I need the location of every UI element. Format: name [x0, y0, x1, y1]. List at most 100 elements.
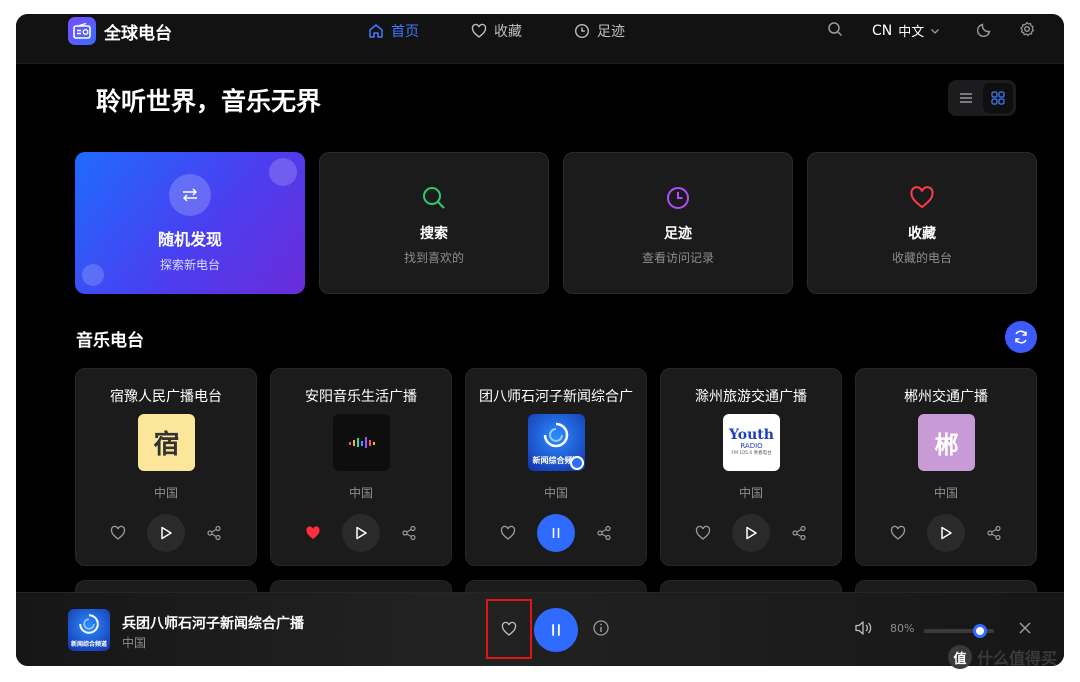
nav-favorites-label: 收藏	[494, 24, 522, 40]
pause-icon	[552, 528, 560, 538]
grid-view-button[interactable]	[983, 83, 1013, 113]
share-icon	[792, 525, 806, 541]
volume-slider-fill	[924, 629, 980, 633]
top-bar: 全球电台 首页 收藏 足迹 CN 中文	[16, 14, 1064, 64]
volume-level: 80%	[890, 622, 915, 635]
favorites-card[interactable]: 收藏 收藏的电台	[807, 152, 1037, 294]
now-playing-country: 中国	[122, 636, 147, 650]
play-button[interactable]	[927, 514, 965, 552]
pause-icon	[552, 624, 560, 636]
history-card[interactable]: 足迹 查看访问记录	[563, 152, 793, 294]
station-controls	[856, 514, 1036, 552]
station-card[interactable]: 宿豫人民广播电台 宿 中国	[75, 368, 257, 566]
moon-icon[interactable]	[976, 21, 993, 41]
refresh-button[interactable]	[1005, 321, 1037, 353]
share-button[interactable]	[203, 522, 225, 544]
station-country: 中国	[543, 486, 568, 500]
station-country: 中国	[348, 486, 373, 500]
play-icon	[161, 526, 172, 540]
share-button[interactable]	[788, 522, 810, 544]
nav-home-label: 首页	[391, 24, 419, 40]
list-view-button[interactable]	[951, 83, 981, 113]
random-discover-card[interactable]: 随机发现 探索新电台	[75, 152, 305, 294]
feature-title: 收藏	[908, 226, 936, 242]
station-controls	[271, 514, 451, 552]
sound-wave-logo-icon	[348, 436, 375, 448]
gear-icon[interactable]	[1019, 21, 1035, 41]
station-logo: Youth RADIO FM 105.4 青春电台	[723, 414, 780, 471]
nav-home[interactable]: 首页	[368, 21, 419, 41]
view-toggle	[948, 80, 1016, 116]
radio-logo-icon[interactable]	[68, 17, 96, 45]
shuffle-icon	[169, 174, 211, 216]
play-icon	[746, 526, 757, 540]
heart-icon	[909, 181, 935, 215]
volume-slider[interactable]	[924, 624, 994, 638]
play-button[interactable]	[732, 514, 770, 552]
station-card[interactable]: 滁州旅游交通广播 Youth RADIO FM 105.4 青春电台 中国	[660, 368, 842, 566]
favorite-button[interactable]	[887, 522, 909, 544]
app-window: 全球电台 首页 收藏 足迹 CN 中文 聆听世界，音乐无界 随机发现 探索新电台…	[16, 14, 1064, 666]
feature-title: 随机发现	[157, 230, 222, 249]
favorite-button[interactable]	[692, 522, 714, 544]
search-card[interactable]: 搜索 找到喜欢的	[319, 152, 549, 294]
station-country: 中国	[933, 486, 958, 500]
station-controls	[466, 514, 646, 552]
station-logo-text: 宿	[153, 430, 180, 460]
station-country: 中国	[153, 486, 178, 500]
search-icon[interactable]	[827, 21, 843, 41]
close-player-button[interactable]	[1018, 620, 1032, 639]
nav-favorites[interactable]: 收藏	[471, 21, 522, 41]
share-button[interactable]	[398, 522, 420, 544]
heart-filled-icon	[306, 526, 320, 539]
heart-icon	[501, 621, 517, 636]
player-favorite-button[interactable]	[486, 599, 532, 659]
volume-slider-knob[interactable]	[973, 624, 987, 638]
info-button[interactable]	[592, 619, 610, 641]
now-playing-art-text: 新闻综合频道	[70, 641, 107, 648]
station-logo: 郴	[918, 414, 975, 471]
station-controls	[76, 514, 256, 552]
feature-title: 足迹	[664, 226, 692, 242]
feature-subtitle: 找到喜欢的	[403, 251, 464, 265]
nav-history[interactable]: 足迹	[574, 21, 625, 41]
favorite-button[interactable]	[302, 522, 324, 544]
station-card[interactable]: 安阳音乐生活广播 中国	[270, 368, 452, 566]
share-icon	[987, 525, 1001, 541]
feature-subtitle: 查看访问记录	[641, 251, 714, 265]
language-selector[interactable]: CN 中文	[872, 21, 940, 40]
station-country: 中国	[738, 486, 763, 500]
list-icon	[960, 93, 972, 103]
clock-icon	[665, 181, 691, 215]
heart-icon	[500, 525, 516, 540]
clock-icon	[574, 23, 590, 39]
share-button[interactable]	[593, 522, 615, 544]
swirl-logo-icon	[543, 422, 569, 448]
refresh-icon	[1015, 330, 1027, 344]
grid-icon	[991, 91, 1005, 105]
app-title: 全球电台	[104, 24, 172, 44]
pause-button[interactable]	[537, 514, 575, 552]
watermark-text: 什么值得买	[977, 649, 1058, 668]
station-card[interactable]: 团八师石河子新闻综合广 新闻综合频道 中国	[465, 368, 647, 566]
station-controls	[661, 514, 841, 552]
station-card[interactable]: 郴州交通广播 郴 中国	[855, 368, 1037, 566]
play-button[interactable]	[342, 514, 380, 552]
station-logo-text: Youth	[729, 427, 774, 444]
decor-bubble	[269, 158, 297, 186]
share-icon	[597, 525, 611, 541]
station-logo-caption: FM 105.4 青春电台	[731, 450, 772, 456]
station-logo-text: 郴	[934, 431, 959, 459]
share-icon	[402, 525, 416, 541]
player-pause-button[interactable]	[534, 608, 578, 652]
favorite-button[interactable]	[497, 522, 519, 544]
play-icon	[941, 526, 952, 540]
play-icon	[356, 526, 367, 540]
volume-button[interactable]	[854, 620, 872, 640]
share-button[interactable]	[983, 522, 1005, 544]
nav-history-label: 足迹	[597, 24, 625, 40]
heart-icon	[890, 525, 906, 540]
language-name: 中文	[898, 25, 925, 40]
play-button[interactable]	[147, 514, 185, 552]
favorite-button[interactable]	[107, 522, 129, 544]
